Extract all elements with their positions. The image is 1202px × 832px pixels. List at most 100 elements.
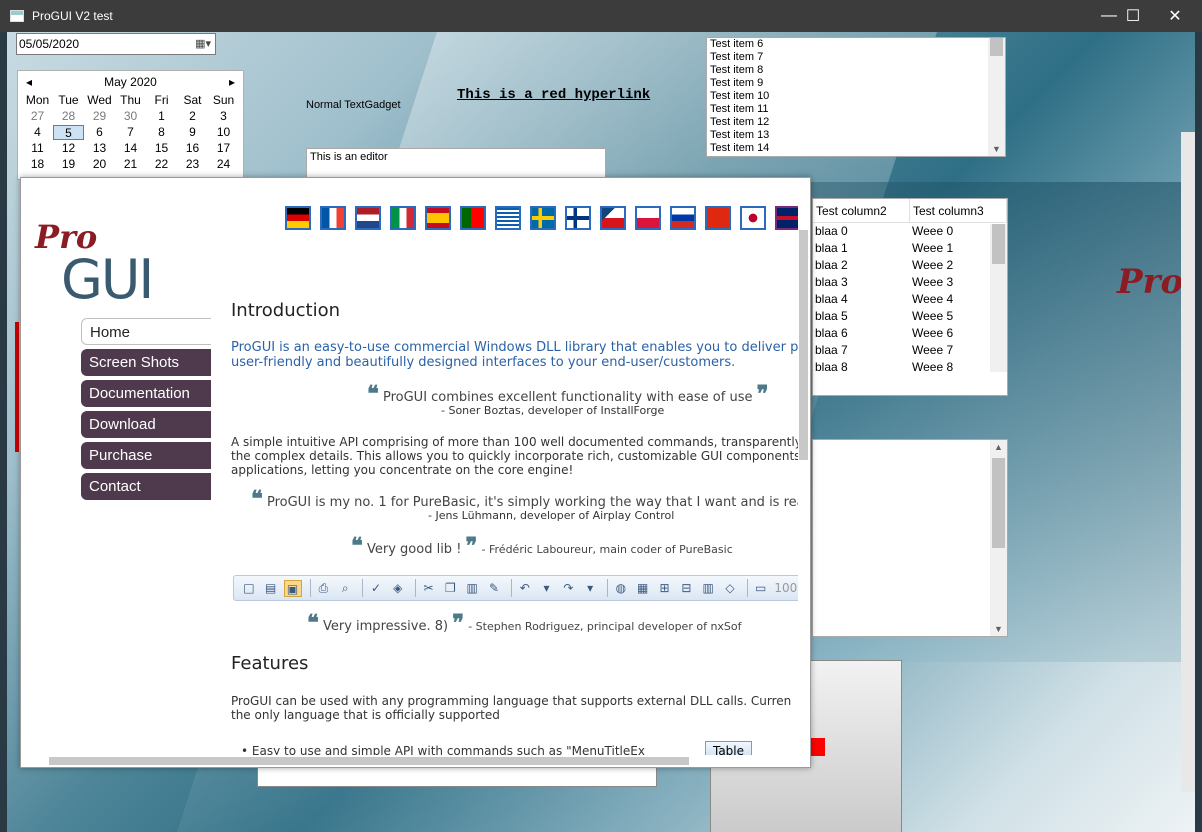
drawing-icon[interactable]: ◇ [721,580,739,597]
list-item[interactable]: Test item 6 [707,38,1005,51]
calendar-day[interactable]: 1 [146,109,177,124]
spellcheck-icon[interactable]: ✓ [367,580,385,597]
window-scrollbar[interactable] [1181,132,1195,792]
cut-icon[interactable]: ✂ [420,580,438,597]
list-item[interactable]: Test item 11 [707,103,1005,116]
table-row[interactable]: blaa 7 Weee 7 [813,342,1007,359]
undo-icon[interactable]: ↶ [516,580,534,597]
calendar-day[interactable]: 9 [177,125,208,140]
table-row[interactable]: blaa 8 Weee 8 [813,359,1007,376]
calendar-day[interactable]: 28 [53,109,84,124]
flag-jp-icon[interactable] [740,206,766,230]
nav-item-home[interactable]: Home [81,318,211,345]
calendar-day[interactable]: 21 [115,157,146,172]
flag-cn-icon[interactable] [705,206,731,230]
column-header[interactable]: Test column3 [910,199,1007,222]
list-item[interactable]: Test item 13 [707,129,1005,142]
table-row[interactable]: blaa 3 Weee 3 [813,274,1007,291]
redo-icon[interactable]: ↷ [559,580,577,597]
calendar-day[interactable]: 3 [208,109,239,124]
calendar-day[interactable]: 18 [22,157,53,172]
flag-nl-icon[interactable] [355,206,381,230]
insert-excel-icon[interactable]: ⊟ [677,580,695,597]
calendar-dropdown-icon[interactable]: ▦▾ [195,37,211,50]
nav-item-screen-shots[interactable]: Screen Shots [81,349,211,376]
flag-ru-icon[interactable] [670,206,696,230]
next-month-button[interactable]: ▸ [229,75,235,89]
calendar-day[interactable]: 7 [115,125,146,140]
list-item[interactable]: Test item 9 [707,77,1005,90]
calendar-day[interactable]: 6 [84,125,115,140]
flag-es-icon[interactable] [425,206,451,230]
calendar-day[interactable]: 16 [177,141,208,156]
calendar[interactable]: ◂ May 2020 ▸ Mon Tue Wed Thu Fri Sat Sun 27 28 29… [17,70,244,180]
columns-icon[interactable]: ▥ [699,580,717,597]
calendar-day[interactable]: 15 [146,141,177,156]
calendar-day[interactable]: 14 [115,141,146,156]
table-row[interactable]: blaa 5 Weee 5 [813,308,1007,325]
list-scrollbar[interactable]: ▼ [988,38,1005,156]
list-item[interactable]: Test item 12 [707,116,1005,129]
hyperlink-icon[interactable]: ◍ [612,580,630,597]
table-row[interactable]: blaa 0 Weee 0 [813,223,1007,240]
document-map-icon[interactable]: ▭ [752,580,770,597]
browser-hscroll[interactable] [21,755,810,767]
new-file-icon[interactable]: □ [240,580,258,597]
nav-item-documentation[interactable]: Documentation [81,380,211,407]
list-item[interactable]: Test item 8 [707,64,1005,77]
table-row[interactable]: blaa 4 Weee 4 [813,291,1007,308]
calendar-day[interactable]: 19 [53,157,84,172]
web-browser-gadget[interactable]: Pro GUI Home Screen Shots Documentation Dow… [20,177,811,768]
table-row[interactable]: blaa 6 Weee 6 [813,325,1007,342]
tables-borders-icon[interactable]: ▦ [634,580,652,597]
flag-de-icon[interactable] [285,206,311,230]
calendar-day[interactable]: 22 [146,157,177,172]
calendar-day[interactable]: 29 [84,109,115,124]
paste-icon[interactable]: ▥ [463,580,481,597]
open-folder-icon[interactable]: ▤ [262,580,280,597]
copy-icon[interactable]: ❐ [441,580,459,597]
calendar-day[interactable]: 5 [53,125,84,140]
save-icon[interactable]: ▣ [283,579,302,597]
flag-fr-icon[interactable] [320,206,346,230]
flag-pt-icon[interactable] [460,206,486,230]
list-item[interactable]: Test item 10 [707,90,1005,103]
column-header[interactable]: Test column2 [813,199,910,222]
browser-vscroll[interactable] [798,178,810,756]
undo-dropdown-icon[interactable]: ▾ [538,580,556,597]
calendar-day[interactable]: 11 [22,141,53,156]
list-item[interactable]: Test item 14 [707,142,1005,155]
maximize-button[interactable]: ☐ [1110,0,1156,32]
calendar-day[interactable]: 20 [84,157,115,172]
text-box[interactable]: ▲ ▼ [812,439,1008,637]
flag-se-icon[interactable] [530,206,556,230]
flag-pl-icon[interactable] [635,206,661,230]
calendar-day[interactable]: 13 [84,141,115,156]
research-icon[interactable]: ◈ [389,580,407,597]
calendar-day[interactable]: 8 [146,125,177,140]
flag-it-icon[interactable] [390,206,416,230]
calendar-day[interactable]: 4 [22,125,53,140]
prev-month-button[interactable]: ◂ [26,75,32,89]
calendar-day[interactable]: 12 [53,141,84,156]
nav-item-download[interactable]: Download [81,411,211,438]
format-painter-icon[interactable]: ✎ [485,580,503,597]
flag-gr-icon[interactable] [495,206,521,230]
calendar-day[interactable]: 2 [177,109,208,124]
list-item[interactable]: Test item 7 [707,51,1005,64]
bottom-input[interactable] [257,767,657,787]
print-icon[interactable]: ⎙ [315,580,333,597]
zoom-value[interactable]: 100 [774,580,798,597]
list-view[interactable]: Test column2 Test column3 blaa 0 Weee 0 bl… [812,198,1008,396]
calendar-day[interactable]: 24 [208,157,239,172]
close-button[interactable]: ✕ [1152,0,1198,32]
calendar-day[interactable]: 27 [22,109,53,124]
insert-table-icon[interactable]: ⊞ [656,580,674,597]
calendar-day[interactable]: 23 [177,157,208,172]
nav-item-purchase[interactable]: Purchase [81,442,211,469]
calendar-month-label[interactable]: May 2020 [104,75,157,89]
flag-cz-icon[interactable] [600,206,626,230]
red-hyperlink[interactable]: This is a red hyperlink [457,87,650,103]
calendar-day[interactable]: 30 [115,109,146,124]
table-row[interactable]: blaa 2 Weee 2 [813,257,1007,274]
